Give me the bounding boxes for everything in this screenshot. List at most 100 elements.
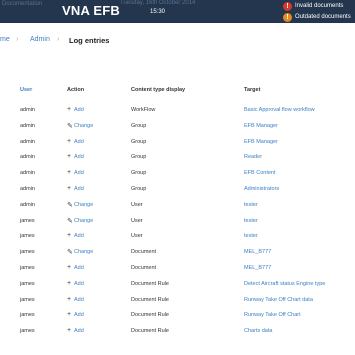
app-title[interactable]: VNA EFB bbox=[62, 3, 120, 18]
cell-user: admin bbox=[20, 170, 35, 177]
cell-content-type: Document Rule bbox=[131, 328, 169, 335]
cell-action: Add bbox=[74, 296, 84, 303]
pencil-icon: ✎ bbox=[67, 122, 73, 130]
cell-target-link[interactable]: EFB Manager bbox=[244, 123, 278, 129]
cell-target-link[interactable]: EFB Content bbox=[244, 170, 276, 176]
top-bar: Documentation VNA EFB Tuesday, 16th Octo… bbox=[0, 0, 355, 23]
warning-icon: ! bbox=[283, 2, 292, 11]
cell-target-link[interactable]: Runway Take Off Chart data bbox=[244, 297, 313, 303]
table-row[interactable]: james ✎ Change User tester bbox=[0, 214, 355, 230]
cell-target-link[interactable]: Reader bbox=[244, 154, 262, 160]
cell-user: admin bbox=[20, 122, 35, 129]
cell-target-link[interactable]: Administrators bbox=[244, 186, 279, 192]
cell-content-type: User bbox=[131, 217, 143, 224]
table-row[interactable]: admin ✎ Change User tester bbox=[0, 198, 355, 214]
cell-user: admin bbox=[20, 186, 35, 192]
cell-action: Add bbox=[74, 233, 84, 240]
breadcrumb-current: Log entries bbox=[69, 36, 110, 45]
alert-outdated-documents[interactable]: ! Outdated documents bbox=[283, 12, 355, 23]
add-icon: + bbox=[67, 232, 72, 240]
cell-content-type: Document Rule bbox=[131, 280, 169, 287]
cell-user: admin bbox=[20, 154, 35, 161]
alerts-panel: ! Invalid documents ! Outdated documents bbox=[283, 0, 355, 23]
cell-target-link[interactable]: Basic Approval flow workflow bbox=[244, 107, 315, 113]
cell-target-link[interactable]: Detect Aircraft status Engine type bbox=[244, 281, 325, 287]
alert-label: Invalid documents bbox=[295, 3, 344, 9]
breadcrumb-home[interactable]: me bbox=[0, 36, 10, 43]
column-header-target[interactable]: Target bbox=[244, 87, 260, 97]
cell-action: Add bbox=[74, 265, 84, 271]
table-row[interactable]: james + Add Document Rule Detect Aircraft st… bbox=[0, 277, 355, 293]
table-row[interactable]: james + Add Document Rule Runway Take Off Ch… bbox=[0, 308, 355, 324]
table-row[interactable]: james ✎ Change Document MEL_B777 bbox=[0, 245, 355, 261]
cell-target-link[interactable]: MEL_B777 bbox=[244, 249, 271, 255]
table-row[interactable]: james + Add Document MEL_B777 bbox=[0, 261, 355, 277]
cell-action: Change bbox=[74, 249, 94, 256]
pencil-icon: ✎ bbox=[67, 249, 73, 257]
table-row[interactable]: admin + Add Group Administrators bbox=[0, 182, 355, 198]
cell-target-link[interactable]: tester bbox=[244, 202, 258, 208]
table-row[interactable]: admin + Add Group Reader bbox=[0, 150, 355, 166]
cell-target-link[interactable]: Runway Take Off Chart bbox=[244, 312, 301, 318]
clock-time: 15:30 bbox=[150, 9, 166, 15]
cell-user: james bbox=[20, 249, 35, 256]
cell-user: admin bbox=[20, 138, 35, 145]
table-row[interactable]: admin + Add Group EFB Manager bbox=[0, 135, 355, 151]
column-header-content-type[interactable]: Content type display bbox=[131, 87, 185, 97]
pencil-icon: ✎ bbox=[67, 217, 73, 225]
add-icon: + bbox=[67, 137, 72, 145]
cell-action: Add bbox=[74, 138, 84, 145]
add-icon: + bbox=[67, 311, 72, 319]
cell-action: Add bbox=[74, 170, 84, 177]
table-row[interactable]: james + Add User tester bbox=[0, 229, 355, 245]
column-header-action[interactable]: Action bbox=[67, 87, 84, 97]
cell-action: Add bbox=[74, 186, 84, 192]
table-row[interactable]: james + Add Document Rule Runway Take Off Ch… bbox=[0, 293, 355, 309]
column-header-user[interactable]: User bbox=[20, 87, 32, 97]
date-text: Tuesday, 16th October 2014 bbox=[120, 0, 196, 6]
cell-content-type: User bbox=[131, 201, 143, 208]
add-icon: + bbox=[67, 327, 72, 335]
cell-action: Change bbox=[74, 217, 94, 224]
cell-user: admin bbox=[20, 107, 35, 113]
cell-user: james bbox=[20, 280, 35, 287]
cell-content-type: Group bbox=[131, 186, 147, 192]
cell-content-type: Group bbox=[131, 170, 147, 177]
table-row[interactable]: admin + Add Group EFB Content bbox=[0, 166, 355, 182]
cell-user: james bbox=[20, 296, 35, 303]
cell-user: james bbox=[20, 328, 35, 335]
warning-icon: ! bbox=[283, 13, 292, 22]
add-icon: + bbox=[67, 279, 72, 287]
cell-action: Change bbox=[74, 201, 94, 208]
cell-content-type: Document bbox=[131, 265, 157, 271]
cell-target-link[interactable]: MEL_B777 bbox=[244, 265, 271, 271]
pencil-icon: ✎ bbox=[67, 201, 73, 209]
table-row[interactable]: admin + Add WorkFlow Basic Approval flow wor… bbox=[0, 103, 355, 119]
cell-content-type: Document Rule bbox=[131, 296, 169, 303]
add-icon: + bbox=[67, 264, 72, 271]
nav-ghost-text[interactable]: Documentation bbox=[2, 1, 42, 7]
add-icon: + bbox=[67, 185, 72, 192]
breadcrumb-separator: › bbox=[57, 36, 60, 43]
cell-action: Change bbox=[74, 122, 94, 129]
cell-action: Add bbox=[74, 280, 84, 287]
cell-user: james bbox=[20, 312, 35, 319]
add-icon: + bbox=[67, 169, 72, 177]
breadcrumb-separator: › bbox=[16, 36, 19, 43]
breadcrumb-admin[interactable]: Admin bbox=[30, 36, 50, 43]
cell-target-link[interactable]: tester bbox=[244, 233, 258, 239]
cell-user: james bbox=[20, 233, 35, 240]
cell-action: Add bbox=[74, 328, 84, 335]
cell-action: Add bbox=[74, 107, 84, 113]
cell-user: admin bbox=[20, 201, 35, 208]
cell-target-link[interactable]: tester bbox=[244, 218, 258, 224]
cell-target-link[interactable]: Charts data bbox=[244, 328, 272, 334]
cell-content-type: Group bbox=[131, 154, 147, 161]
table-row[interactable]: james + Add Document Rule Charts data bbox=[0, 324, 355, 340]
cell-action: Add bbox=[74, 312, 84, 319]
table-row[interactable]: admin ✎ Change Group EFB Manager bbox=[0, 119, 355, 135]
alert-invalid-documents[interactable]: ! Invalid documents bbox=[283, 1, 355, 12]
cell-action: Add bbox=[74, 154, 84, 161]
cell-content-type: Document bbox=[131, 249, 157, 256]
cell-target-link[interactable]: EFB Manager bbox=[244, 139, 278, 145]
